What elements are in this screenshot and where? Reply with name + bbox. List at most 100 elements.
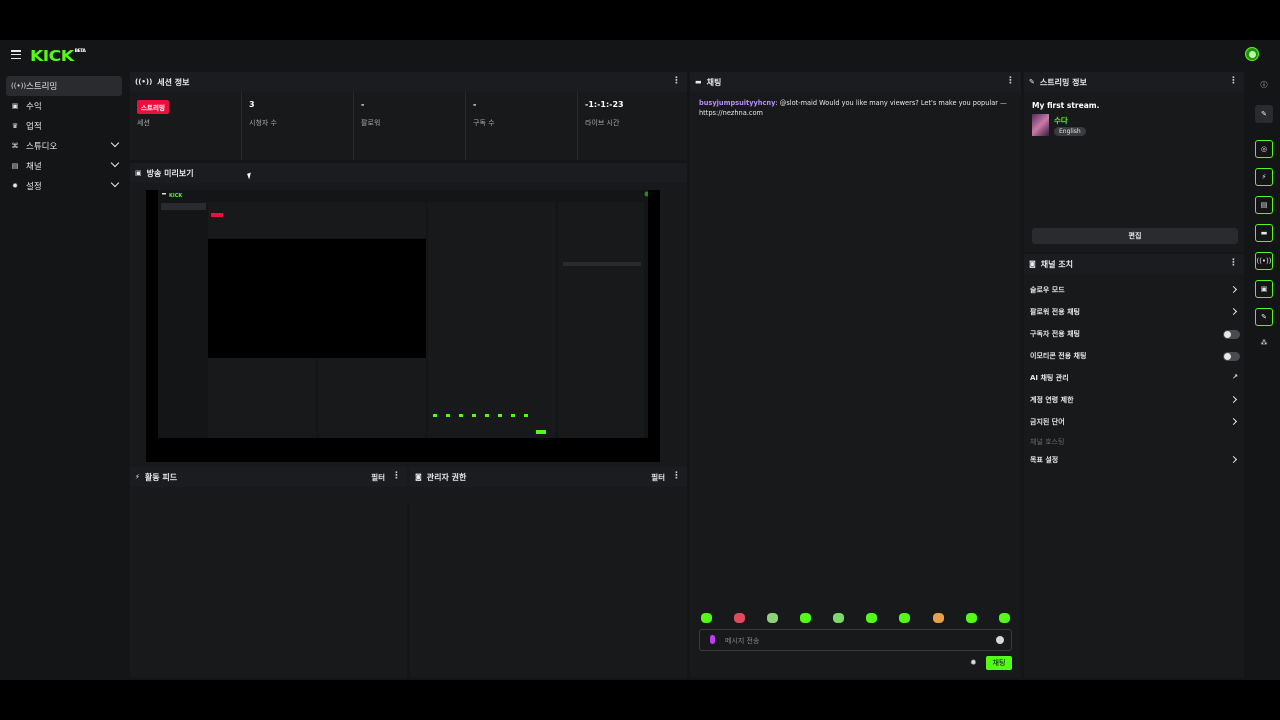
- panel-header: ⚡ 활동 피드 필터 ⋮: [130, 467, 407, 487]
- broadcast-widget-icon[interactable]: ((•)): [1255, 252, 1273, 270]
- control-label: 팔로워 전용 채팅: [1030, 308, 1080, 316]
- emote-icon[interactable]: [999, 613, 1010, 623]
- emote-icon[interactable]: [701, 613, 712, 623]
- emote-icon[interactable]: [933, 613, 944, 623]
- emote-icon[interactable]: [866, 613, 877, 623]
- panel-header: ◙ 관리자 권한 필터 ⋮: [410, 467, 687, 487]
- wrench-widget-icon[interactable]: ✎: [1255, 308, 1273, 326]
- control-label: 이모티콘 전용 채팅: [1030, 352, 1087, 360]
- panel-title: 채널 조치: [1040, 259, 1074, 269]
- microphone-icon[interactable]: [710, 635, 715, 644]
- sidebar-item-label: 스튜디오: [26, 142, 58, 152]
- more-icon[interactable]: ⋮: [392, 471, 401, 481]
- preview-screen-capture: KICK: [158, 190, 648, 438]
- category-name[interactable]: 수다: [1054, 115, 1068, 126]
- session-info-panel: ((•)) 세션 정보 ⋮ 스트리밍 세션 3 시청자 수 - 팔로워 - 구독…: [130, 72, 687, 160]
- sidebar-item-label: 업적: [26, 122, 42, 132]
- subscribers-only-toggle[interactable]: [1223, 330, 1240, 339]
- chat-widget-icon[interactable]: ▬: [1255, 224, 1273, 242]
- stat-label: 세션: [137, 119, 150, 127]
- chat-input[interactable]: 메시지 전송: [699, 629, 1012, 651]
- wallet-icon: ▣: [11, 102, 19, 110]
- session-widget-icon[interactable]: ◎: [1255, 140, 1273, 158]
- logo-beta: BETA: [74, 48, 86, 53]
- stat-label: 라이브 시간: [585, 119, 620, 127]
- sidebar-item-studio[interactable]: ⌘ 스튜디오: [6, 136, 122, 156]
- panel-header: ▣ 방송 미리보기: [130, 163, 687, 183]
- layout-icon[interactable]: ⁂: [1255, 334, 1273, 352]
- panel-header: ✎ 스트리밍 정보 ⋮: [1024, 72, 1244, 92]
- chevron-right-icon: [1229, 285, 1238, 294]
- gear-icon: ✹: [12, 182, 18, 190]
- moderator-widget-icon[interactable]: ▣: [1255, 280, 1273, 298]
- emoji-icon[interactable]: [996, 636, 1004, 644]
- kick-logo[interactable]: KICKBETA: [30, 47, 86, 65]
- chat-panel: ▬ 채팅 ⋮: [690, 72, 1021, 678]
- control-label: 목표 설정: [1030, 456, 1059, 464]
- sidebar: ((•)) 스트리밍 ▣ 수익 ♛ 업적 ⌘ 스튜디오 ▤ 채널 ✹ 설정: [0, 72, 128, 680]
- panel-header: ((•)) 세션 정보 ⋮: [130, 72, 687, 92]
- trophy-icon: ♛: [11, 122, 19, 130]
- sidebar-item-streaming[interactable]: ((•)) 스트리밍: [6, 76, 122, 96]
- user-avatar[interactable]: [1245, 47, 1259, 61]
- more-icon[interactable]: ⋮: [1229, 258, 1238, 268]
- stat-viewers: 3 시청자 수: [242, 92, 354, 160]
- controls-icon: ◙: [1029, 260, 1036, 268]
- control-account-age[interactable]: 계정 연령 제한: [1030, 395, 1242, 409]
- sidebar-item-achievements[interactable]: ♛ 업적: [6, 116, 122, 136]
- stat-value: -: [473, 100, 477, 109]
- control-banned-words[interactable]: 금지된 단어: [1030, 417, 1242, 431]
- session-icon: ((•)): [135, 78, 153, 86]
- filter-button[interactable]: 필터: [371, 472, 385, 483]
- stream-preview-video[interactable]: KICK: [146, 190, 660, 462]
- emote-icon[interactable]: [800, 613, 811, 623]
- stat-live-time: -1:-1:-23 라이브 시간: [578, 92, 690, 160]
- emote-icon[interactable]: [899, 613, 910, 623]
- emote-only-toggle[interactable]: [1223, 352, 1240, 361]
- more-icon[interactable]: ⋮: [1006, 76, 1015, 86]
- chat-input-placeholder: 메시지 전송: [725, 637, 760, 645]
- info-icon[interactable]: ⓘ: [1255, 76, 1273, 94]
- chevron-right-icon: [1229, 417, 1238, 426]
- document-widget-icon[interactable]: ▤: [1255, 196, 1273, 214]
- sidebar-item-revenue[interactable]: ▣ 수익: [6, 96, 122, 116]
- panel-title: 스트리밍 정보: [1039, 77, 1087, 87]
- chevron-down-icon: [110, 158, 120, 168]
- chat-send-button[interactable]: 채팅: [986, 656, 1012, 670]
- more-icon[interactable]: ⋮: [672, 471, 681, 481]
- more-icon[interactable]: ⋮: [672, 76, 681, 86]
- chat-username[interactable]: busyjumpsuityyhcny: [699, 99, 775, 107]
- control-followers-only[interactable]: 팔로워 전용 채팅: [1030, 307, 1242, 321]
- sidebar-item-label: 설정: [26, 182, 42, 192]
- preview-icon: ▣: [135, 169, 142, 177]
- chat-settings-icon[interactable]: ✹: [970, 658, 977, 667]
- emote-icon[interactable]: [966, 613, 977, 623]
- filter-button[interactable]: 필터: [651, 472, 665, 483]
- more-icon[interactable]: ⋮: [1229, 76, 1238, 86]
- sidebar-item-label: 채널: [26, 162, 42, 172]
- panel-title: 관리자 권한: [426, 472, 467, 482]
- control-label: 슬로우 모드: [1030, 286, 1065, 294]
- lightning-icon: ⚡: [135, 473, 140, 481]
- svg-text:KICK: KICK: [169, 193, 183, 199]
- stat-subscriptions: - 구독 수: [466, 92, 578, 160]
- emote-icon[interactable]: [833, 613, 844, 623]
- edit-button[interactable]: 편집: [1032, 228, 1238, 244]
- stat-label: 구독 수: [473, 119, 495, 127]
- sidebar-item-channel[interactable]: ▤ 채널: [6, 156, 122, 176]
- chevron-down-icon: [110, 138, 120, 148]
- menu-icon[interactable]: [11, 50, 21, 60]
- control-ai-moderation[interactable]: AI 채팅 관리 ↗: [1030, 373, 1242, 387]
- stat-label: 시청자 수: [249, 119, 277, 127]
- pencil-icon[interactable]: ✎: [1255, 105, 1273, 123]
- stat-value: -: [361, 100, 365, 109]
- sidebar-item-settings[interactable]: ✹ 설정: [6, 176, 122, 196]
- lightning-widget-icon[interactable]: ⚡: [1255, 168, 1273, 186]
- top-bar: KICKBETA: [0, 40, 1280, 72]
- emote-icon[interactable]: [767, 613, 778, 623]
- panel-title: 세션 정보: [157, 77, 190, 87]
- control-slow-mode[interactable]: 슬로우 모드: [1030, 285, 1242, 299]
- language-tag: English: [1054, 127, 1086, 136]
- control-goal-setting[interactable]: 목표 설정: [1030, 455, 1242, 469]
- emote-icon[interactable]: [734, 613, 745, 623]
